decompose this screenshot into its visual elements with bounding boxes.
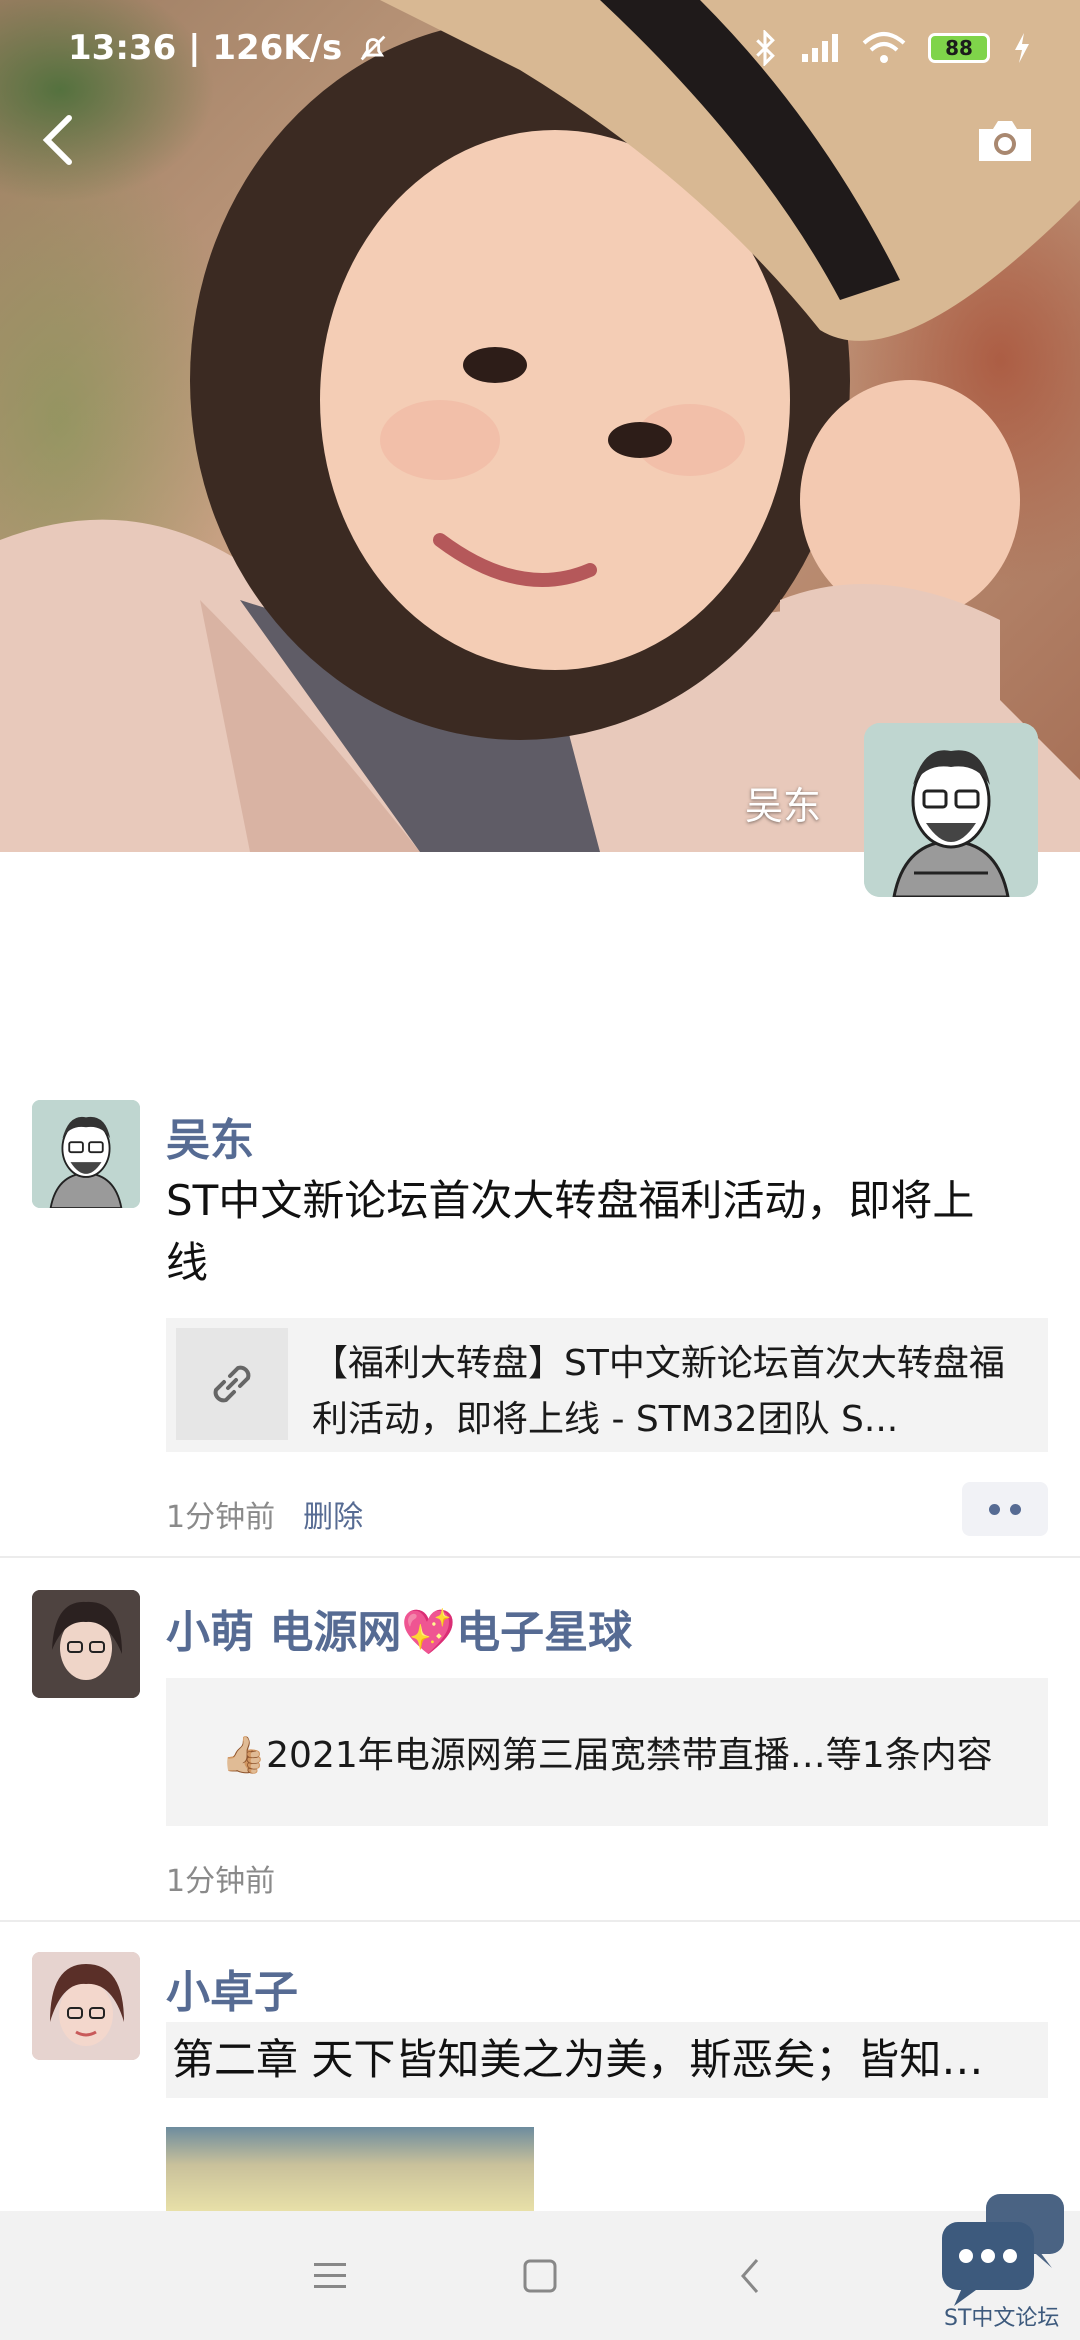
profile-name: 吴东	[745, 784, 822, 828]
charging-icon	[1015, 33, 1029, 63]
dot	[989, 1503, 1000, 1515]
camera-icon	[979, 121, 1031, 161]
home-square-icon	[523, 2259, 557, 2292]
status-bar: 13:36 | 126K/s 88	[0, 0, 1080, 96]
camera-button[interactable]	[970, 105, 1040, 175]
battery-icon: 88	[928, 33, 990, 63]
shared-content-text: 👍🏼2021年电源网第三届宽禁带直播…等1条内容	[221, 1735, 993, 1776]
post-avatar[interactable]	[32, 1590, 140, 1698]
post-image[interactable]	[166, 2127, 534, 2211]
menu-icon	[314, 2262, 346, 2288]
wifi-icon	[862, 32, 906, 63]
shared-content-card[interactable]: 👍🏼2021年电源网第三届宽禁带直播…等1条内容	[166, 1678, 1048, 1826]
home-button[interactable]	[510, 2246, 570, 2306]
bell-muted-icon	[360, 35, 386, 61]
avatar-photo	[32, 1952, 140, 2060]
post-text: ST中文新论坛首次大转盘福利活动，即将上线	[166, 1176, 975, 1287]
profile-avatar[interactable]	[864, 723, 1038, 897]
system-nav-bar	[0, 2211, 1080, 2340]
link-icon	[213, 1365, 251, 1403]
nav-back-icon	[741, 2258, 759, 2293]
link-card[interactable]: 【福利大转盘】ST中文新论坛首次大转盘福利活动，即将上线 - STM32团队 S…	[166, 1318, 1048, 1452]
post-meta: 1分钟前 删除	[166, 1492, 363, 1536]
avatar-photo	[32, 1590, 140, 1698]
post-time: 1分钟前	[166, 1500, 276, 1535]
feed-post: 小卓子 第二章 天下皆知美之为美，斯恶矣；皆知…	[0, 1920, 1080, 2220]
back-button[interactable]	[22, 105, 92, 175]
post-author[interactable]: 吴东	[166, 1104, 254, 1168]
avatar-illustration	[864, 723, 1038, 897]
link-title: 【福利大转盘】ST中文新论坛首次大转盘福利活动，即将上线 - STM32团队 S…	[312, 1343, 1005, 1440]
post-avatar[interactable]	[32, 1100, 140, 1208]
post-meta: 1分钟前	[166, 1856, 275, 1900]
post-author[interactable]: 小卓子	[166, 1956, 298, 2020]
post-avatar[interactable]	[32, 1952, 140, 2060]
dot	[1010, 1503, 1021, 1515]
post-text: 第二章 天下皆知美之为美，斯恶矣；皆知…	[166, 2022, 1048, 2098]
delete-button[interactable]: 删除	[303, 1492, 363, 1536]
back-chevron-icon	[42, 115, 72, 165]
nav-back-button[interactable]	[720, 2246, 780, 2306]
feed-post: 小萌 电源网💖电子星球 👍🏼2021年电源网第三届宽禁带直播…等1条内容 1分钟…	[0, 1556, 1080, 1922]
forum-label[interactable]: ST中文论坛	[944, 2300, 1059, 2332]
more-actions-button[interactable]	[962, 1482, 1048, 1536]
post-time: 1分钟前	[166, 1864, 276, 1899]
battery-level: 88	[945, 36, 973, 60]
bluetooth-icon	[756, 30, 775, 66]
avatar-illustration	[32, 1100, 140, 1208]
feed-post: 吴东 ST中文新论坛首次大转盘福利活动，即将上线 【福利大转盘】ST中文新论坛首…	[0, 1080, 1080, 1558]
status-time-speed: 13:36 | 126K/s	[68, 28, 343, 68]
menu-button[interactable]	[300, 2246, 360, 2306]
post-author[interactable]: 小萌 电源网💖电子星球	[166, 1596, 632, 1660]
signal-icon	[802, 34, 838, 62]
link-thumbnail	[176, 1328, 288, 1440]
